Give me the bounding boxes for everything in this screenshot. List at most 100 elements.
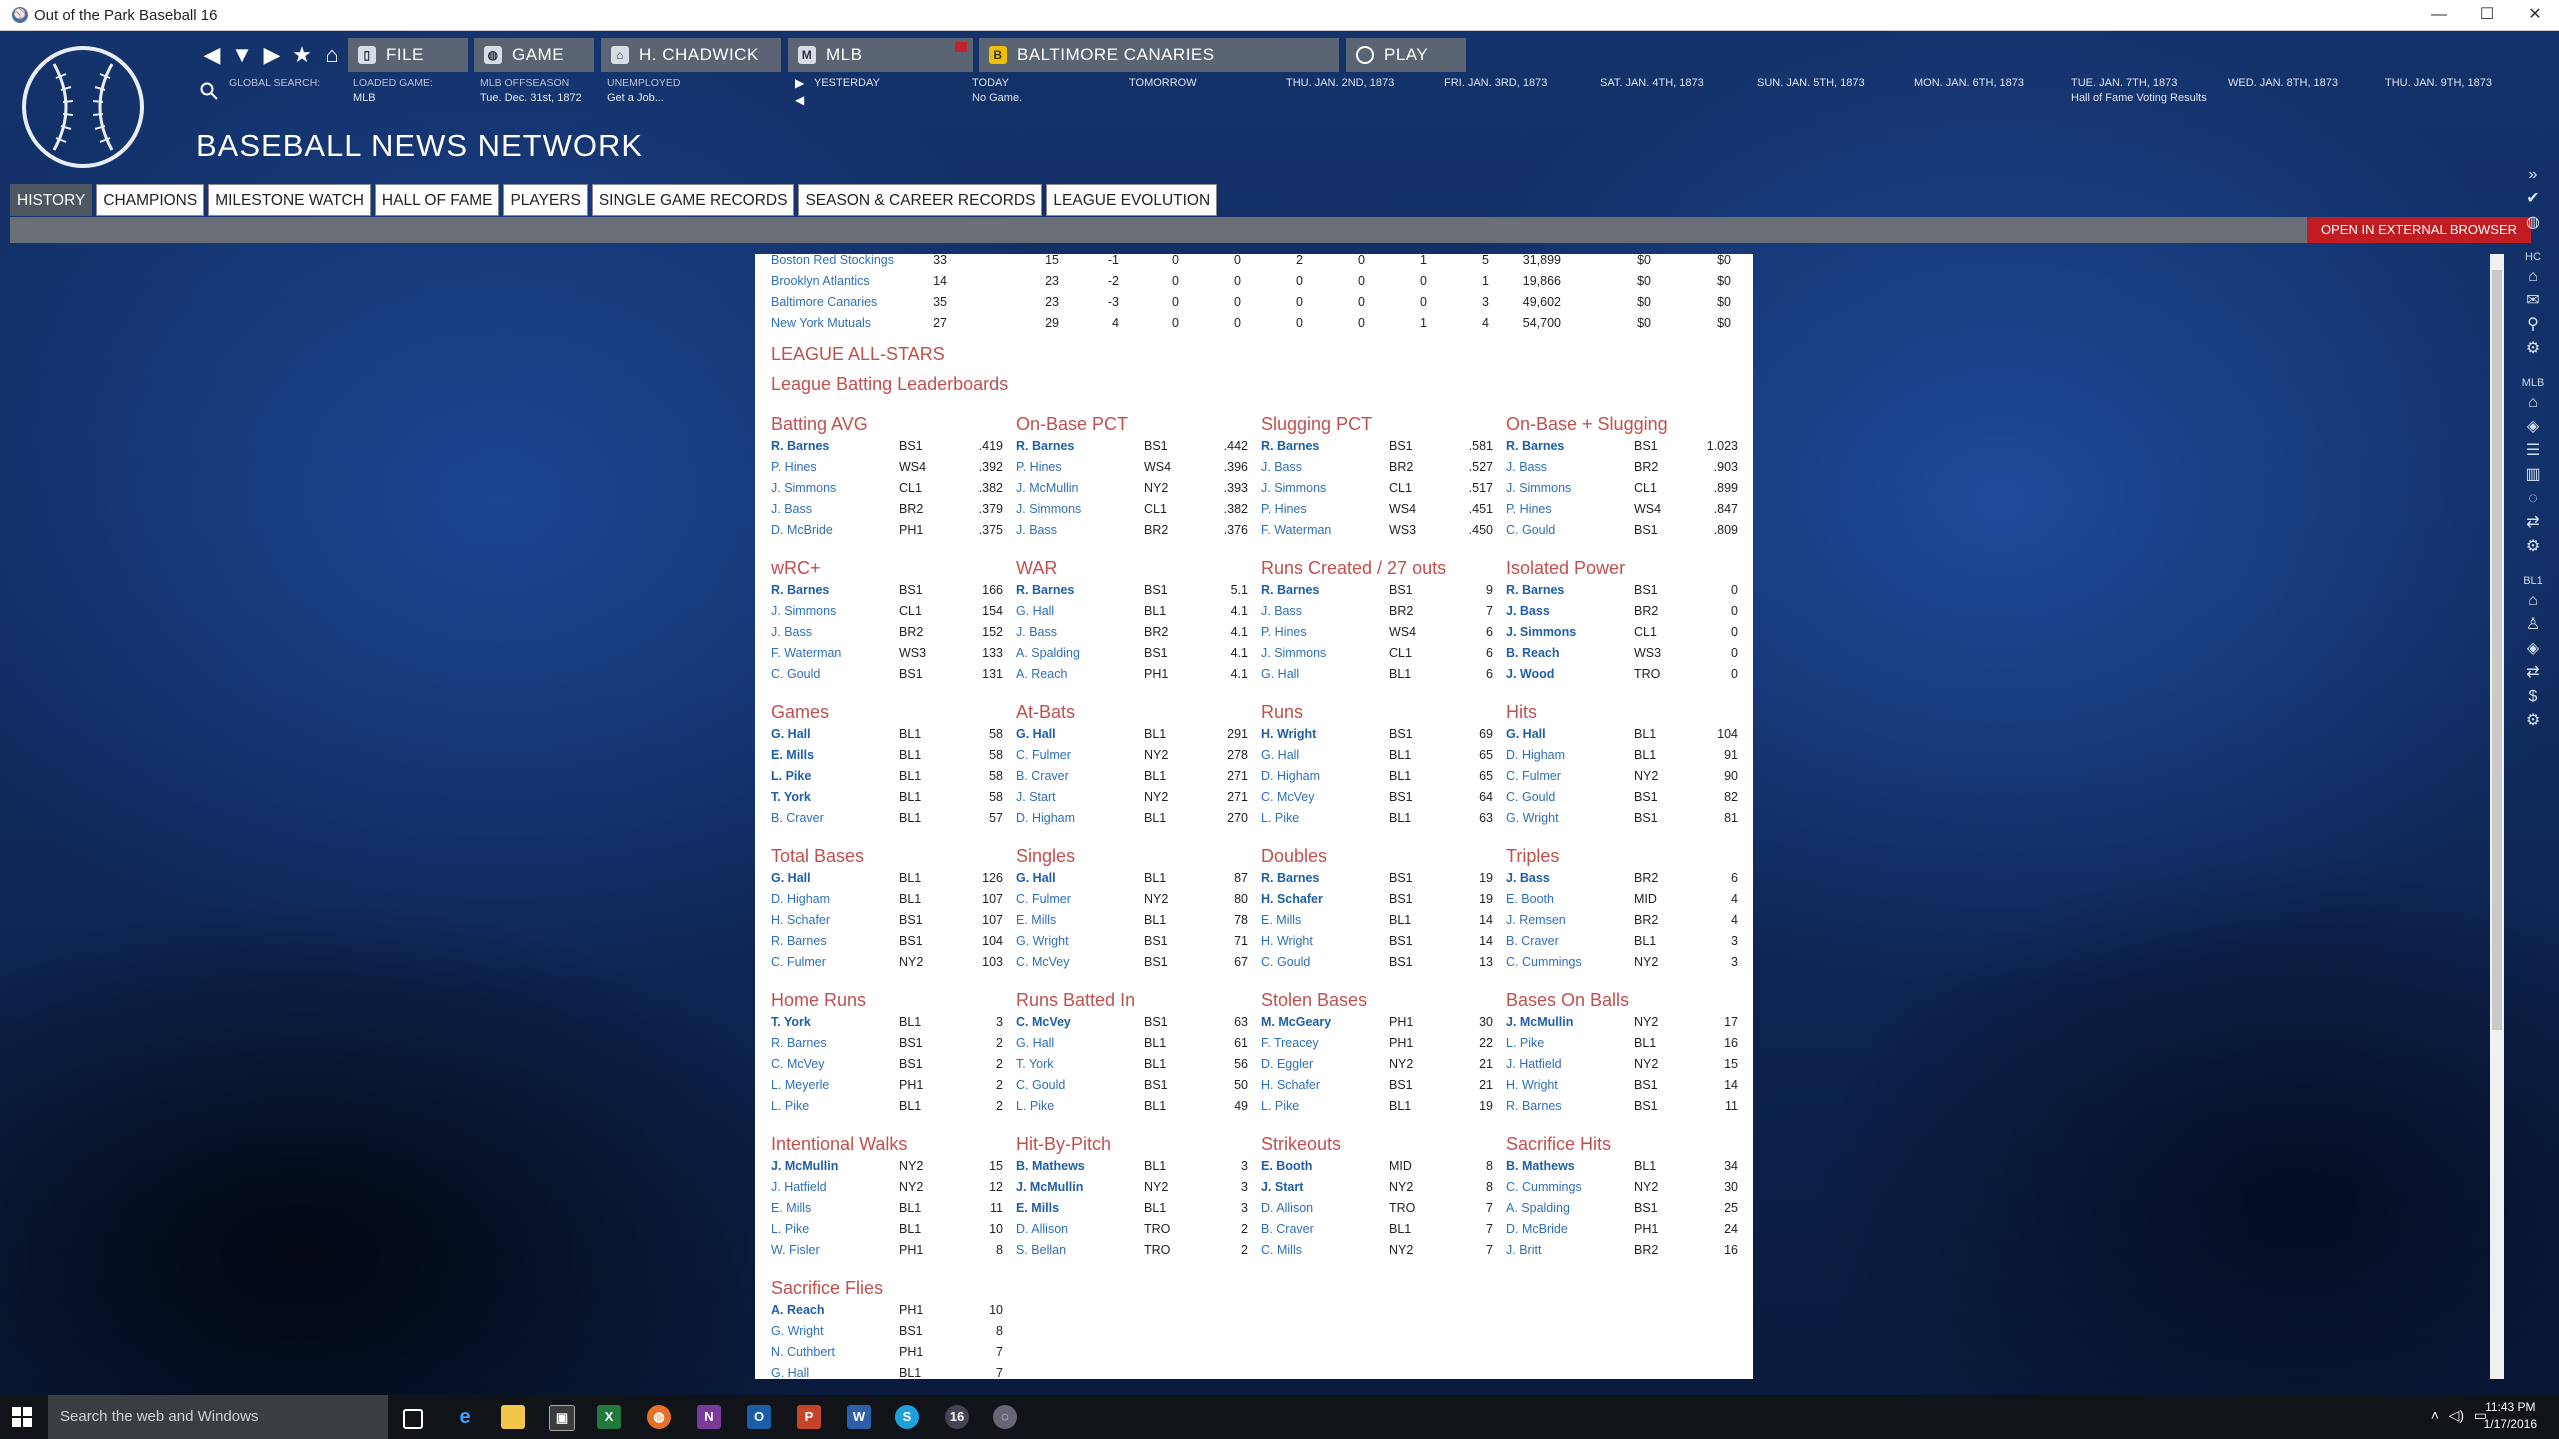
player-link[interactable]: G. Wright (1016, 931, 1069, 952)
player-link[interactable]: J. Wood (1506, 664, 1554, 685)
ball-icon[interactable]: ◌ (2523, 489, 2543, 509)
player-link[interactable]: G. Hall (1261, 745, 1299, 766)
player-link[interactable]: C. Mills (1261, 1240, 1302, 1261)
gear-icon[interactable]: ⚙ (2523, 711, 2543, 731)
player-link[interactable]: T. York (771, 1012, 811, 1033)
taskbar-clock[interactable]: 11:43 PM 1/17/2016 (2484, 1399, 2537, 1433)
baseball-logo[interactable] (22, 46, 144, 168)
play-button[interactable]: PLAY (1346, 38, 1466, 72)
back-arrow-icon[interactable]: ◀ (200, 42, 224, 68)
team-link[interactable]: Brooklyn Atlantics (771, 271, 870, 292)
player-link[interactable]: E. Mills (1261, 910, 1301, 931)
player-link[interactable]: L. Pike (771, 1096, 809, 1117)
player-link[interactable]: T. York (1016, 1054, 1054, 1075)
player-link[interactable]: P. Hines (1016, 457, 1062, 478)
word-icon[interactable]: W (847, 1405, 871, 1429)
tab-champions[interactable]: CHAMPIONS (96, 184, 205, 216)
ootp-taskbar-icon[interactable]: 16 (945, 1405, 969, 1429)
player-link[interactable]: B. Reach (1506, 643, 1560, 664)
player-link[interactable]: R. Barnes (1506, 580, 1564, 601)
home-icon[interactable]: ⌂ (2523, 591, 2543, 611)
player-link[interactable]: L. Pike (1261, 1096, 1299, 1117)
player-link[interactable]: D. Allison (1261, 1198, 1313, 1219)
player-link[interactable]: D. Higham (1506, 745, 1565, 766)
player-link[interactable]: J. Simmons (1016, 499, 1081, 520)
today-item[interactable]: TODAY No Game. (972, 76, 1022, 106)
player-link[interactable]: G. Hall (771, 1363, 809, 1379)
tab-season-career-records[interactable]: SEASON & CAREER RECORDS (798, 184, 1043, 216)
player-link[interactable]: D. Higham (1261, 766, 1320, 787)
tab-players[interactable]: PLAYERS (503, 184, 588, 216)
transfer-icon[interactable]: ⇄ (2523, 513, 2543, 533)
player-link[interactable]: J. Bass (771, 622, 812, 643)
player-link[interactable]: R. Barnes (771, 931, 827, 952)
player-link[interactable]: J. Bass (1016, 622, 1057, 643)
tab-milestone-watch[interactable]: MILESTONE WATCH (208, 184, 371, 216)
tomorrow-item[interactable]: TOMORROW (1129, 76, 1197, 91)
player-link[interactable]: S. Bellan (1016, 1240, 1066, 1261)
team-link[interactable]: New York Mutuals (771, 313, 871, 334)
transfer-icon[interactable]: ⇄ (2523, 663, 2543, 683)
star-icon[interactable]: ★ (290, 42, 314, 68)
chart-icon[interactable]: ▥ (2523, 465, 2543, 485)
status-info[interactable]: UNEMPLOYED Get a Job... (607, 76, 681, 106)
excel-icon[interactable]: X (597, 1405, 621, 1429)
player-link[interactable]: L. Pike (1261, 808, 1299, 829)
powerpoint-icon[interactable]: P (797, 1405, 821, 1429)
player-link[interactable]: G. Hall (1016, 601, 1054, 622)
minimize-button[interactable]: — (2415, 0, 2463, 30)
player-link[interactable]: C. McVey (1016, 1012, 1071, 1033)
player-link[interactable]: F. Treacey (1261, 1033, 1319, 1054)
player-link[interactable]: D. Allison (1016, 1219, 1068, 1240)
player-link[interactable]: J. Bass (1506, 457, 1547, 478)
player-link[interactable]: D. Eggler (1261, 1054, 1313, 1075)
player-link[interactable]: C. Gould (771, 664, 820, 685)
player-link[interactable]: J. McMullin (1016, 478, 1079, 499)
player-link[interactable]: A. Reach (771, 1300, 825, 1321)
continue-arrows[interactable]: ▶ ◀ (795, 75, 804, 109)
list-icon[interactable]: ☰ (2523, 441, 2543, 461)
player-link[interactable]: F. Waterman (771, 643, 841, 664)
calendar-date[interactable]: TUE. JAN. 7TH, 1873 Hall of Fame Voting R… (2071, 76, 2207, 106)
home-icon[interactable]: ⌂ (2523, 393, 2543, 413)
team-link[interactable]: Boston Red Stockings (771, 254, 894, 271)
team-link[interactable]: Baltimore Canaries (771, 292, 877, 313)
player-link[interactable]: C. Gould (1016, 1075, 1065, 1096)
back-small-arrow-icon[interactable]: ◀ (795, 92, 804, 109)
trophy-icon[interactable]: ◈ (2523, 417, 2543, 437)
store-icon[interactable]: ▣ (549, 1405, 575, 1431)
player-link[interactable]: C. Fulmer (1016, 745, 1071, 766)
player-link[interactable]: L. Pike (1506, 1033, 1544, 1054)
dropdown-arrow-icon[interactable]: ▼ (230, 42, 254, 68)
player-link[interactable]: W. Fisler (771, 1240, 820, 1261)
player-link[interactable]: D. Higham (1016, 808, 1075, 829)
player-link[interactable]: L. Pike (1016, 1096, 1054, 1117)
player-link[interactable]: H. Wright (1261, 724, 1316, 745)
player-link[interactable]: P. Hines (771, 457, 817, 478)
player-link[interactable]: E. Mills (771, 745, 814, 766)
player-link[interactable]: R. Barnes (771, 580, 829, 601)
gear-icon[interactable]: ⚙ (2523, 537, 2543, 557)
calendar-date[interactable]: WED. JAN. 8TH, 1873 (2228, 76, 2338, 91)
player-link[interactable]: P. Hines (1506, 499, 1552, 520)
search-icon[interactable] (200, 82, 218, 100)
yesterday-item[interactable]: YESTERDAY (814, 76, 880, 91)
player-link[interactable]: J. Simmons (771, 601, 836, 622)
player-link[interactable]: E. Mills (1016, 1198, 1059, 1219)
calendar-date[interactable]: SUN. JAN. 5TH, 1873 (1757, 76, 1865, 91)
player-link[interactable]: C. McVey (771, 1054, 825, 1075)
skype-icon[interactable]: S (895, 1405, 919, 1429)
dollar-icon[interactable]: $ (2523, 687, 2543, 707)
player-link[interactable]: C. Fulmer (1506, 766, 1561, 787)
task-view-icon[interactable] (403, 1409, 423, 1429)
player-link[interactable]: E. Mills (1016, 910, 1056, 931)
windows-start-icon[interactable] (12, 1407, 32, 1427)
player-link[interactable]: J. Bass (1506, 601, 1550, 622)
player-link[interactable]: C. Fulmer (1016, 889, 1071, 910)
player-link[interactable]: D. McBride (1506, 1219, 1568, 1240)
mail-icon[interactable]: ✉ (2523, 291, 2543, 311)
team-button[interactable]: B BALTIMORE CANARIES (979, 38, 1339, 72)
game-button[interactable]: ◍ GAME (474, 38, 594, 72)
tab-single-game-records[interactable]: SINGLE GAME RECORDS (591, 184, 795, 216)
player-link[interactable]: G. Hall (1261, 664, 1299, 685)
